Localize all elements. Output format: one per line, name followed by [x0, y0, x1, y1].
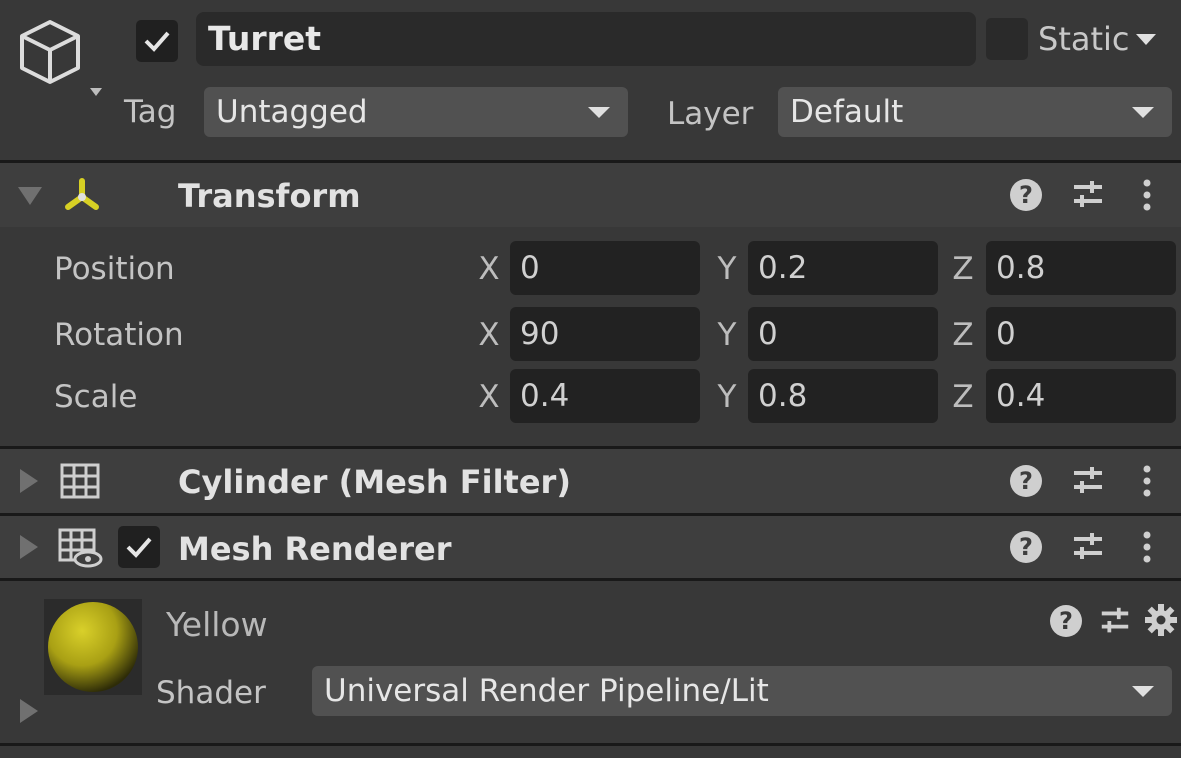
position-x-field[interactable]: 0: [510, 241, 700, 295]
layer-value: Default: [790, 94, 904, 130]
help-icon[interactable]: ?: [1010, 465, 1042, 497]
shader-dropdown[interactable]: Universal Render Pipeline/Lit: [312, 666, 1172, 716]
transform-header[interactable]: Transform ?: [0, 163, 1181, 227]
axis-z-label: Z: [952, 251, 974, 287]
active-checkbox[interactable]: [136, 20, 178, 62]
foldout-collapsed-icon[interactable]: [20, 535, 38, 559]
rotation-label: Rotation: [54, 317, 184, 353]
foldout-collapsed-icon[interactable]: [20, 699, 38, 723]
axis-x-label: X: [478, 379, 500, 415]
static-dropdown[interactable]: Static: [1038, 20, 1156, 58]
axis-z-label: Z: [952, 379, 974, 415]
transform-row-position: Position X 0 Y 0.2 Z 0.8: [0, 240, 1181, 296]
scale-y-field[interactable]: 0.8: [748, 369, 938, 423]
foldout-collapsed-icon[interactable]: [20, 469, 38, 493]
foldout-expanded-icon[interactable]: [18, 187, 42, 205]
rotation-x-field[interactable]: 90: [510, 307, 700, 361]
static-checkbox[interactable]: [986, 18, 1028, 60]
object-name-text: Turret: [208, 19, 322, 58]
help-icon[interactable]: ?: [1050, 605, 1082, 637]
transform-title: Transform: [178, 177, 361, 215]
axis-x-label: X: [478, 317, 500, 353]
grid-eye-icon: [58, 528, 104, 572]
object-name-field[interactable]: Turret: [196, 12, 976, 66]
position-z-field[interactable]: 0.8: [986, 241, 1176, 295]
cube-icon[interactable]: [14, 18, 104, 98]
transform-axes-icon: [60, 175, 104, 215]
separator: [0, 743, 1181, 746]
axis-y-label: Y: [717, 317, 737, 353]
context-menu-icon[interactable]: [1140, 465, 1154, 501]
presets-icon[interactable]: [1070, 465, 1106, 501]
mesh-renderer-header[interactable]: Mesh Renderer ?: [0, 516, 1181, 578]
rotation-y-field[interactable]: 0: [748, 307, 938, 361]
context-menu-icon[interactable]: [1140, 531, 1154, 567]
material-name: Yellow: [166, 605, 268, 644]
game-object-header: Turret Static Tag Untagged Layer Default: [0, 0, 1181, 160]
help-icon[interactable]: ?: [1010, 179, 1042, 211]
axis-z-label: Z: [952, 317, 974, 353]
tag-caret-icon: [588, 106, 610, 118]
layer-label: Layer: [667, 96, 754, 132]
material-section: Yellow ? Shader Universal Render Pipelin…: [0, 581, 1181, 741]
presets-icon[interactable]: [1070, 531, 1106, 567]
material-preview[interactable]: [44, 599, 142, 695]
axis-x-label: X: [478, 251, 500, 287]
scale-z-field[interactable]: 0.4: [986, 369, 1176, 423]
static-caret-icon: [1135, 33, 1156, 45]
presets-icon[interactable]: [1098, 605, 1132, 641]
tag-value: Untagged: [216, 94, 368, 130]
shader-label: Shader: [156, 675, 266, 711]
transform-row-rotation: Rotation X 90 Y 0 Z 0: [0, 306, 1181, 362]
grid-icon: [60, 463, 100, 503]
presets-icon[interactable]: [1070, 179, 1106, 215]
mesh-renderer-enabled-checkbox[interactable]: [118, 526, 160, 568]
rotation-z-field[interactable]: 0: [986, 307, 1176, 361]
position-y-field[interactable]: 0.2: [748, 241, 938, 295]
scale-label: Scale: [54, 379, 138, 415]
tag-dropdown[interactable]: Untagged: [204, 87, 628, 137]
axis-y-label: Y: [717, 251, 737, 287]
static-label: Static: [1038, 20, 1130, 58]
shader-value: Universal Render Pipeline/Lit: [324, 673, 769, 709]
scale-x-field[interactable]: 0.4: [510, 369, 700, 423]
help-icon[interactable]: ?: [1010, 531, 1042, 563]
shader-caret-icon: [1132, 685, 1154, 697]
context-menu-icon[interactable]: [1140, 179, 1154, 215]
position-label: Position: [54, 251, 175, 287]
mesh-filter-title: Cylinder (Mesh Filter): [178, 463, 571, 501]
mesh-filter-header[interactable]: Cylinder (Mesh Filter) ?: [0, 449, 1181, 513]
layer-dropdown[interactable]: Default: [778, 87, 1172, 137]
gear-icon[interactable]: [1144, 603, 1178, 641]
transform-row-scale: Scale X 0.4 Y 0.8 Z 0.4: [0, 368, 1181, 424]
layer-caret-icon: [1132, 106, 1154, 118]
axis-y-label: Y: [717, 379, 737, 415]
tag-label: Tag: [124, 94, 177, 130]
mesh-renderer-title: Mesh Renderer: [178, 530, 452, 568]
